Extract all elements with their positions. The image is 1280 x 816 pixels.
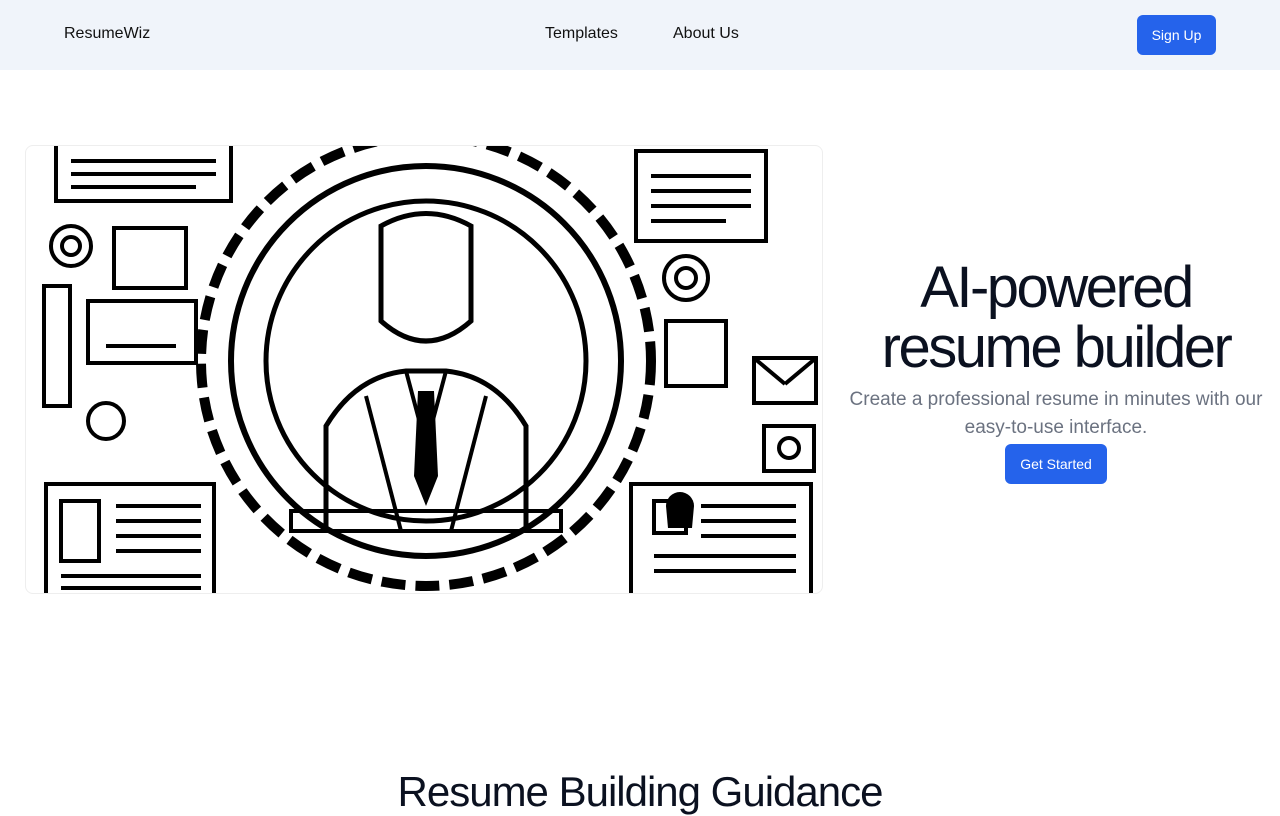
hero-title-line-2: resume builder xyxy=(881,315,1233,380)
hero-text-block: AI-powered resume builder Create a profe… xyxy=(845,258,1267,484)
hero-subtitle: Create a professional resume in minutes … xyxy=(849,389,1263,438)
sign-up-button[interactable]: Sign Up xyxy=(1137,15,1216,55)
hero-illustration xyxy=(25,145,823,594)
hero-title: AI-powered resume builder xyxy=(845,258,1267,378)
top-navbar: ResumeWiz Templates About Us Sign Up xyxy=(0,0,1280,70)
get-started-button[interactable]: Get Started xyxy=(1005,444,1107,484)
section-title-guidance: Resume Building Guidance xyxy=(397,768,884,815)
hero-title-line-1: AI-powered xyxy=(920,255,1194,320)
businessman-gear-illustration xyxy=(42,146,818,593)
brand-logo-link[interactable]: ResumeWiz xyxy=(64,25,150,43)
nav-link-templates[interactable]: Templates xyxy=(545,25,618,43)
nav-link-about-us[interactable]: About Us xyxy=(673,25,739,43)
